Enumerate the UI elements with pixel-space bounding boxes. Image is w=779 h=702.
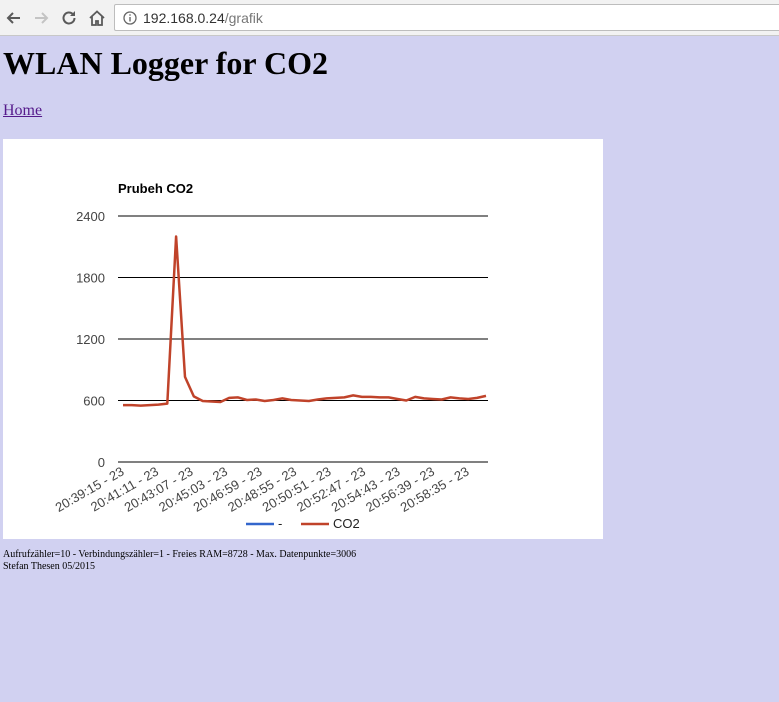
y-tick-label: 2400 bbox=[76, 209, 105, 224]
footer: Aufrufzähler=10 - Verbindungszähler=1 - … bbox=[3, 549, 356, 573]
page-title: WLAN Logger for CO2 bbox=[3, 45, 329, 81]
home-button[interactable] bbox=[85, 6, 109, 30]
legend-label: - bbox=[278, 516, 282, 531]
y-tick-label: 600 bbox=[83, 394, 105, 409]
home-icon bbox=[89, 10, 105, 26]
url-path: /grafik bbox=[224, 9, 263, 26]
back-button[interactable] bbox=[2, 6, 26, 30]
forward-button[interactable] bbox=[29, 6, 53, 30]
chart-title: Prubeh CO2 bbox=[118, 181, 193, 196]
home-link[interactable]: Home bbox=[3, 102, 42, 120]
reload-icon bbox=[62, 11, 76, 25]
url-host: 192.168.0.24 bbox=[143, 9, 225, 26]
address-bar[interactable]: 192.168.0.24/grafik bbox=[114, 4, 779, 31]
legend-label: CO2 bbox=[333, 516, 360, 531]
info-icon[interactable] bbox=[123, 10, 137, 25]
y-tick-label: 1800 bbox=[76, 271, 105, 286]
chart-container: Prubeh CO2 0 600 1200 1800 2400 20:39:15 - 23 2… bbox=[3, 139, 603, 539]
footer-stats: Aufrufzähler=10 - Verbindungszähler=1 - … bbox=[3, 549, 357, 560]
reload-button[interactable] bbox=[57, 6, 81, 30]
co2-line-chart: Prubeh CO2060012001800240020:39:15 - 232… bbox=[53, 181, 488, 531]
footer-author: Stefan Thesen 05/2015 bbox=[3, 561, 96, 572]
series-line-co2 bbox=[123, 235, 487, 407]
y-tick-label: 0 bbox=[98, 455, 105, 470]
back-arrow-icon bbox=[6, 12, 20, 24]
browser-toolbar: 192.168.0.24/grafik bbox=[0, 0, 779, 36]
y-tick-label: 1200 bbox=[76, 332, 105, 347]
forward-arrow-icon bbox=[35, 12, 49, 24]
